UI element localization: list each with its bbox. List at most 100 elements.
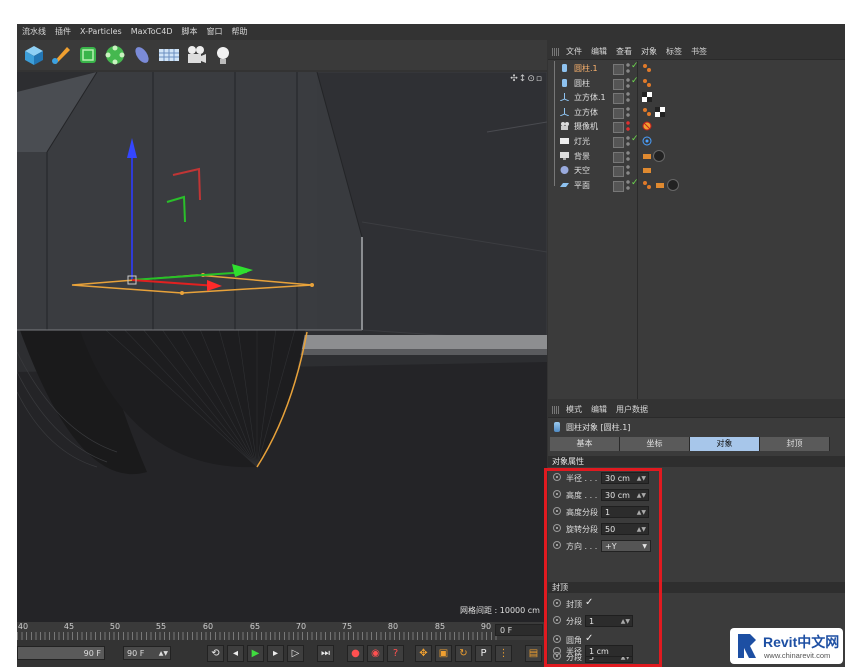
object-row-camera[interactable]: 摄像机 — [548, 119, 845, 134]
menu-window[interactable]: 窗口 — [207, 26, 223, 37]
om-menu-edit[interactable]: 编辑 — [591, 46, 607, 57]
visibility-dots-icon[interactable] — [626, 135, 630, 146]
visibility-dots-icon[interactable] — [626, 77, 630, 88]
layer-flag-icon[interactable] — [613, 78, 624, 90]
layer-flag-icon[interactable] — [613, 107, 624, 119]
timeline[interactable]: 40 45 50 55 60 65 70 75 80 85 90 0 F — [17, 622, 547, 640]
grip-icon[interactable] — [552, 47, 560, 56]
protection-tag-icon[interactable] — [642, 121, 652, 131]
material-sphere-icon[interactable] — [653, 149, 665, 162]
subdivision-icon[interactable] — [76, 43, 100, 67]
object-row-cube[interactable]: 立方体 — [548, 104, 845, 120]
visibility-dots-icon[interactable] — [626, 150, 630, 161]
cube-icon[interactable] — [22, 43, 46, 67]
enabled-check-icon[interactable]: ✓ — [631, 76, 639, 86]
om-menu-bookmarks[interactable]: 书签 — [691, 46, 707, 57]
object-row-plane[interactable]: 平面 ✓ — [548, 177, 845, 193]
timeline-window-icon[interactable]: ▤ — [525, 645, 542, 662]
layer-flag-icon[interactable] — [613, 151, 624, 163]
checker-tag-icon[interactable] — [642, 92, 652, 103]
attr-menu-edit[interactable]: 编辑 — [591, 404, 607, 415]
prev-key-icon[interactable]: ◂ — [227, 645, 244, 662]
floor-icon[interactable] — [157, 43, 181, 67]
param-key-icon[interactable]: P — [475, 645, 492, 662]
keyframe-help-icon[interactable]: ? — [387, 645, 404, 662]
animate-radio-icon[interactable] — [553, 490, 561, 498]
orientation-dropdown[interactable]: +Y ▼ — [601, 540, 651, 552]
radius-field[interactable]: 30 cm ▲▼ — [601, 472, 649, 484]
animate-radio-icon[interactable] — [553, 473, 561, 481]
deformer-icon[interactable] — [130, 43, 154, 67]
pla-key-icon[interactable]: ⋮ — [495, 645, 512, 662]
caps-checkbox[interactable]: ✓ — [585, 597, 593, 608]
attr-menu-userdata[interactable]: 用户数据 — [616, 404, 648, 415]
scale-key-icon[interactable]: ▣ — [435, 645, 452, 662]
goto-end-icon[interactable]: ⏭ — [317, 645, 334, 662]
menu-maxtoc4d[interactable]: MaxToC4D — [131, 27, 173, 36]
object-row-cylinder-1[interactable]: 圆柱.1 ✓ — [548, 61, 845, 76]
animate-radio-icon[interactable] — [553, 541, 561, 549]
om-menu-view[interactable]: 查看 — [616, 46, 632, 57]
layer-flag-icon[interactable] — [613, 122, 624, 134]
3d-viewport[interactable]: ✣↕⊙▫ — [17, 72, 547, 622]
tab-caps[interactable]: 封顶 — [760, 437, 830, 451]
om-menu-tags[interactable]: 标签 — [666, 46, 682, 57]
record-icon[interactable]: ● — [347, 645, 364, 662]
fillet-radius-field[interactable]: 1 cm — [585, 645, 633, 657]
material-sphere-icon[interactable] — [667, 178, 679, 191]
visibility-dots-icon[interactable] — [626, 106, 630, 117]
height-field[interactable]: 30 cm ▲▼ — [601, 489, 649, 501]
tab-object[interactable]: 对象 — [690, 437, 760, 451]
target-tag-icon[interactable] — [642, 136, 652, 146]
grip-icon[interactable] — [552, 405, 560, 414]
layer-flag-icon[interactable] — [613, 93, 624, 105]
compositing-tag-icon[interactable] — [642, 151, 652, 161]
visibility-dots-icon[interactable] — [626, 165, 630, 176]
menu-plugins[interactable]: 插件 — [55, 26, 71, 37]
tab-coord[interactable]: 坐标 — [620, 437, 690, 451]
layer-flag-icon[interactable] — [613, 64, 624, 75]
material-tag-icon[interactable] — [642, 180, 652, 190]
layer-flag-icon[interactable] — [613, 136, 624, 148]
enabled-check-icon[interactable]: ✓ — [631, 61, 639, 71]
visibility-dots-icon[interactable] — [626, 92, 630, 103]
pen-icon[interactable] — [49, 43, 73, 67]
om-menu-object[interactable]: 对象 — [641, 46, 657, 57]
attr-menu-mode[interactable]: 模式 — [566, 404, 582, 415]
autokey-icon[interactable]: ◉ — [367, 645, 384, 662]
enabled-check-icon[interactable]: ✓ — [631, 178, 639, 188]
checker-tag-icon[interactable] — [655, 106, 665, 117]
animate-radio-icon[interactable] — [553, 507, 561, 515]
next-frame-icon[interactable]: ▷ — [287, 645, 304, 662]
compositing-tag-icon[interactable] — [642, 165, 652, 175]
menu-xparticles[interactable]: X-Particles — [80, 27, 122, 36]
material-tag-icon[interactable] — [642, 78, 652, 88]
visibility-dots-icon[interactable] — [626, 63, 630, 73]
object-row-background[interactable]: 背景 — [548, 148, 845, 164]
object-row-light[interactable]: 灯光 ✓ — [548, 133, 845, 149]
layer-flag-icon[interactable] — [613, 180, 624, 192]
om-menu-file[interactable]: 文件 — [566, 46, 582, 57]
object-row-cylinder[interactable]: 圆柱 ✓ — [548, 75, 845, 91]
goto-start-icon[interactable]: ⟲ — [207, 645, 224, 662]
object-row-cube-1[interactable]: 立方体.1 — [548, 90, 845, 105]
animate-radio-icon[interactable] — [553, 524, 561, 532]
menu-pipeline[interactable]: 流水线 — [22, 26, 46, 37]
end-frame-field[interactable]: 90 F ▲▼ — [123, 646, 171, 660]
menu-help[interactable]: 帮助 — [232, 26, 248, 37]
enabled-check-icon[interactable]: ✓ — [631, 134, 639, 144]
material-tag-icon[interactable] — [642, 107, 652, 117]
cloner-icon[interactable] — [103, 43, 127, 67]
layer-flag-icon[interactable] — [613, 166, 624, 178]
animate-radio-icon[interactable] — [553, 616, 561, 624]
caps-segments-field[interactable]: 1 ▲▼ — [585, 615, 633, 627]
material-tag-icon[interactable] — [642, 63, 652, 73]
play-icon[interactable]: ▶ — [247, 645, 264, 662]
move-key-icon[interactable]: ✥ — [415, 645, 432, 662]
animate-radio-icon[interactable] — [553, 647, 561, 655]
visibility-dots-icon[interactable] — [626, 121, 630, 132]
object-row-sky[interactable]: 天空 — [548, 163, 845, 178]
light-icon[interactable] — [211, 43, 235, 67]
viewport-nav-icons[interactable]: ✣↕⊙▫ — [510, 74, 543, 84]
animate-radio-icon[interactable] — [553, 635, 561, 643]
